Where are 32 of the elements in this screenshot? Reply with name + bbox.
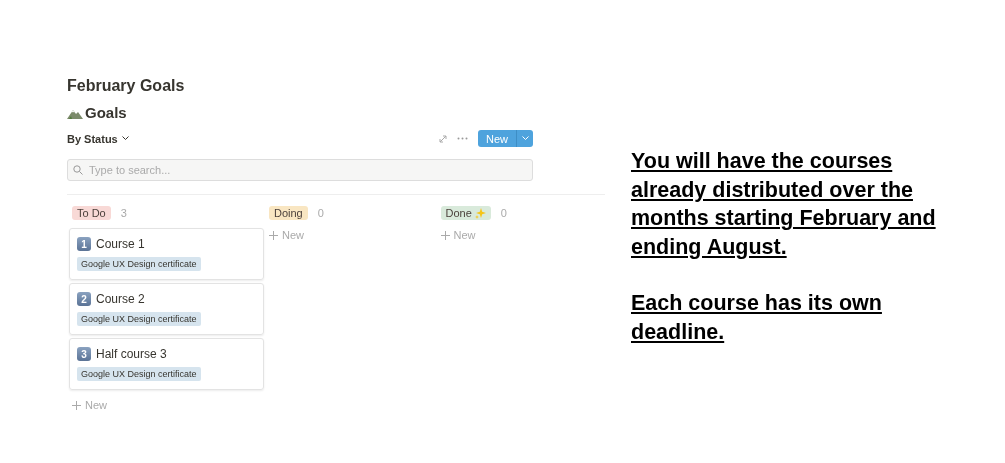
card-title: Course 1 bbox=[96, 237, 145, 251]
card-title: Course 2 bbox=[96, 292, 145, 306]
plus-icon bbox=[440, 230, 450, 240]
expand-icon[interactable] bbox=[439, 134, 447, 143]
more-icon[interactable] bbox=[457, 137, 468, 140]
number-badge: 1 bbox=[77, 237, 91, 251]
note-paragraph: Each course has its own deadline. bbox=[631, 290, 883, 346]
course-tag: Google UX Design certificate bbox=[77, 312, 201, 326]
view-dropdown[interactable]: By Status bbox=[67, 132, 129, 145]
page-title: February Goals bbox=[67, 77, 186, 95]
course-card[interactable]: 2 Course 2 Google UX Design certificate bbox=[69, 283, 264, 335]
sparkle-icon bbox=[474, 207, 486, 219]
plus-icon bbox=[72, 400, 81, 410]
status-tag: Done bbox=[440, 206, 491, 220]
plus-icon bbox=[269, 230, 278, 240]
chevron-icon bbox=[121, 136, 129, 141]
number-badge: 3 bbox=[77, 347, 91, 361]
course-card[interactable]: 1 Course 1 Google UX Design certificate bbox=[69, 228, 264, 280]
note-paragraph: You will have the courses already distributed over the months starting February and ending August. bbox=[631, 148, 937, 261]
course-card[interactable]: 3 Half course 3 Google UX Design certificate bbox=[69, 338, 264, 390]
number-badge: 2 bbox=[77, 292, 91, 306]
course-tag: Google UX Design certificate bbox=[77, 257, 201, 271]
search-icon bbox=[73, 165, 83, 175]
search-field[interactable]: Type to search... bbox=[67, 159, 533, 181]
course-tag: Google UX Design certificate bbox=[77, 367, 201, 381]
status-tag: To Do bbox=[72, 206, 111, 220]
status-tag: Doing bbox=[269, 206, 308, 220]
card-count: 0 bbox=[317, 207, 324, 219]
card-count: 3 bbox=[120, 207, 127, 219]
card-count: 0 bbox=[500, 207, 507, 219]
database-title: Goals bbox=[85, 104, 127, 121]
card-title: Half course 3 bbox=[96, 347, 167, 361]
